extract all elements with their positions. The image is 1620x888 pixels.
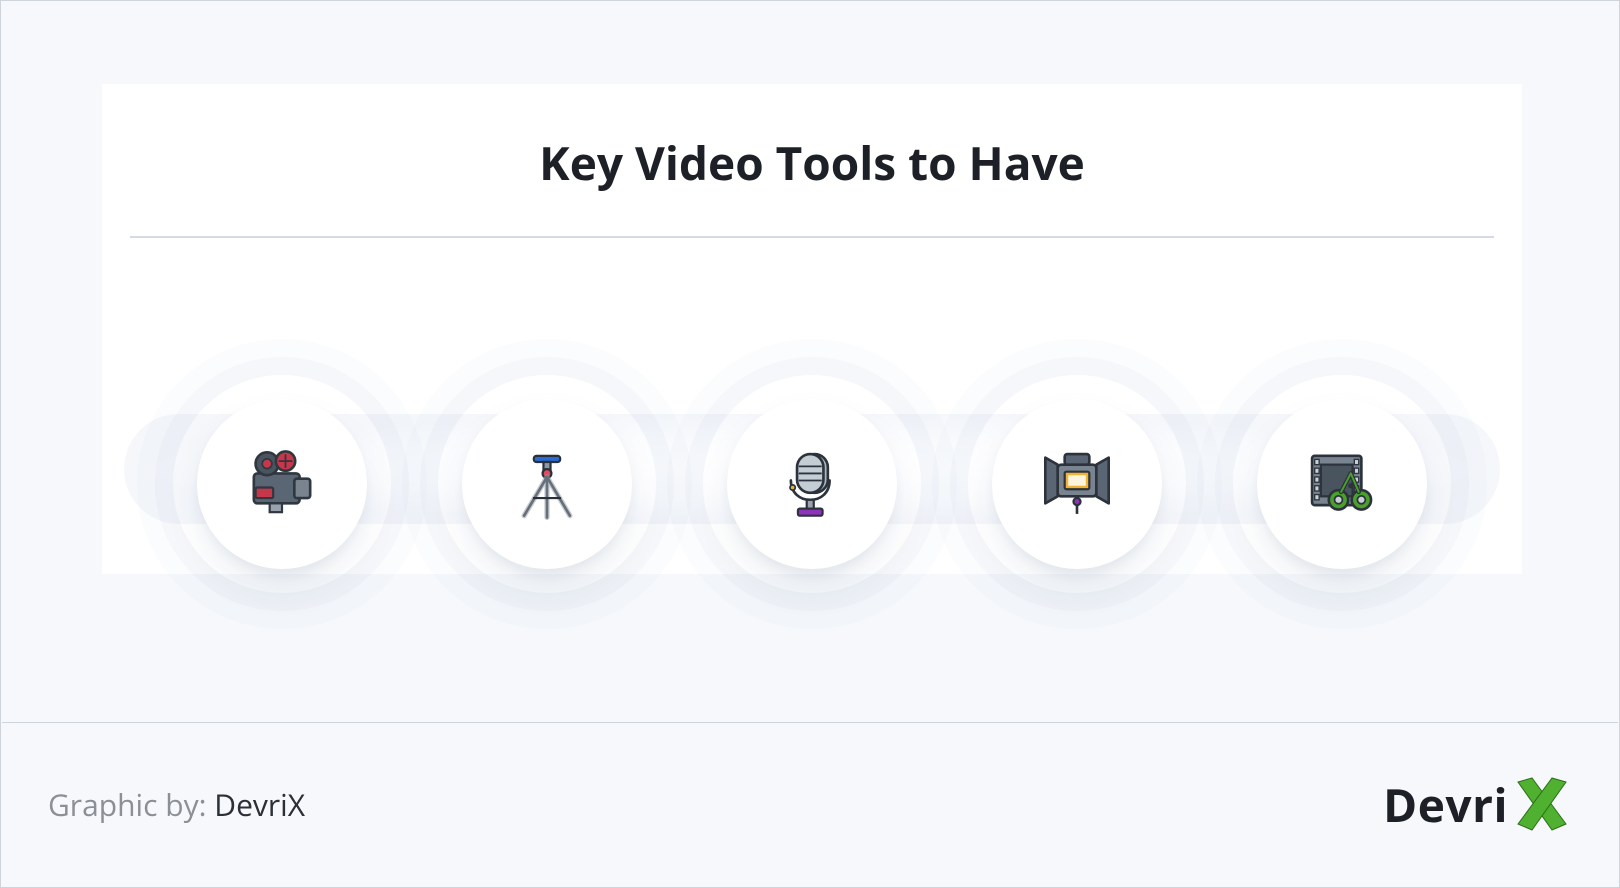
film-editing-chip — [1257, 399, 1427, 569]
microphone-icon — [768, 440, 856, 528]
tripod-icon — [503, 440, 591, 528]
icon-row — [102, 384, 1522, 584]
credit-name: DevriX — [214, 784, 305, 825]
graphic-frame: Key Video Tools to Have — [0, 0, 1620, 888]
studio-light-icon — [1033, 440, 1121, 528]
graphic-inner: Key Video Tools to Have — [2, 2, 1618, 886]
credit-line: Graphic by: DevriX — [48, 784, 305, 825]
credit-label: Graphic by: — [48, 784, 214, 825]
devrix-logo-x-icon — [1512, 776, 1572, 834]
studio-light-chip — [992, 399, 1162, 569]
content-card: Key Video Tools to Have — [102, 84, 1522, 574]
footer: Graphic by: DevriX Devri — [2, 722, 1618, 886]
tripod-chip — [462, 399, 632, 569]
title-rule — [130, 236, 1494, 238]
microphone-chip — [727, 399, 897, 569]
video-camera-icon — [238, 440, 326, 528]
page-title: Key Video Tools to Have — [102, 84, 1522, 194]
devrix-logo-text: Devri — [1383, 774, 1508, 836]
film-editing-icon — [1298, 440, 1386, 528]
devrix-logo: Devri — [1383, 774, 1572, 836]
video-camera-chip — [197, 399, 367, 569]
